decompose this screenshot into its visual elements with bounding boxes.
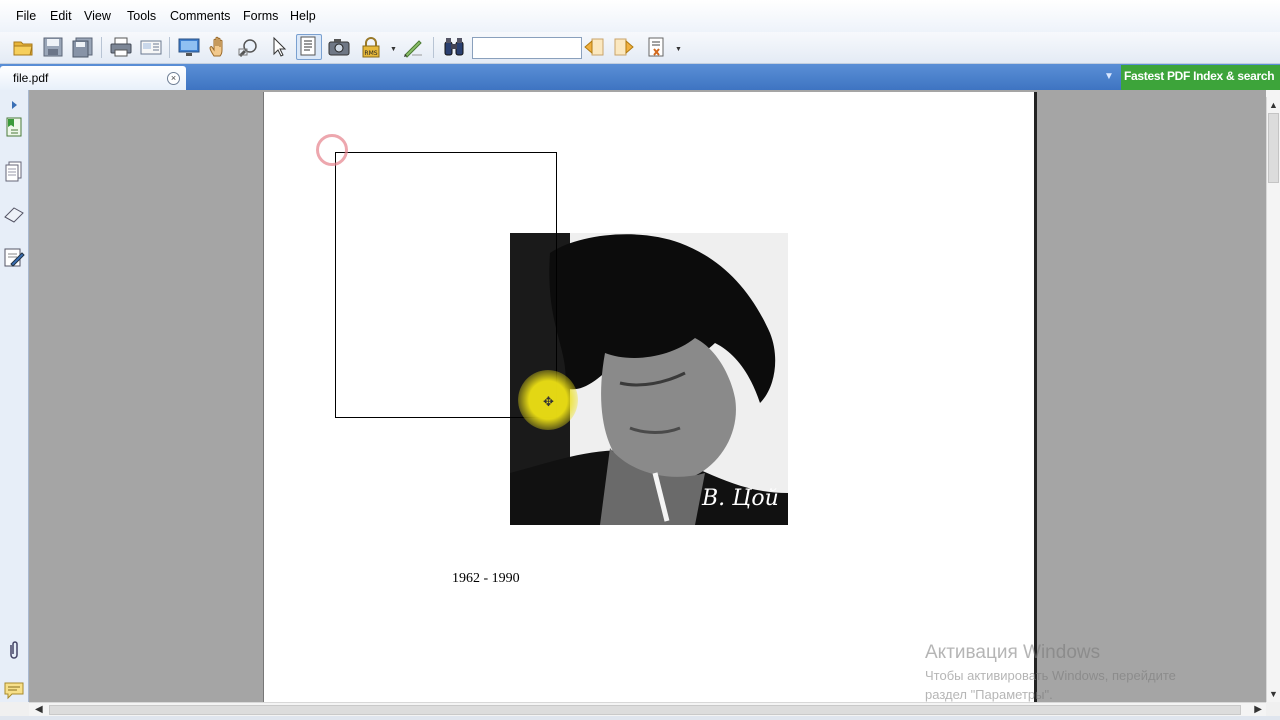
signatures-icon[interactable]: [3, 246, 25, 268]
tab-list-chevron-down-icon[interactable]: ▼: [1104, 71, 1114, 82]
rms-dropdown-arrow[interactable]: ▼: [390, 46, 397, 53]
open-folder-icon[interactable]: [12, 36, 34, 58]
select-arrow-icon[interactable]: [268, 36, 290, 58]
status-strip: [0, 716, 1280, 720]
toolbar-separator: [169, 37, 170, 58]
scroll-corner: [1266, 90, 1280, 97]
scroll-up-icon[interactable]: ▲: [1269, 100, 1278, 110]
page-caption-text: 1962 - 1990: [452, 571, 520, 586]
watermark-line-2: раздел "Параметры".: [925, 687, 1053, 702]
email-icon[interactable]: [140, 36, 162, 58]
bookmarks-icon[interactable]: [3, 116, 25, 138]
find-next-icon[interactable]: [613, 36, 635, 58]
find-input[interactable]: [472, 37, 582, 59]
tab-file-pdf[interactable]: file.pdf ×: [0, 66, 186, 90]
move-cursor-icon: ✥: [543, 394, 554, 409]
document-view[interactable]: В. Цой ✥ 1962 - 1990: [29, 90, 1266, 702]
highlight-options-icon[interactable]: [646, 36, 668, 58]
windows-activation-watermark: Активация Windows Чтобы активировать Win…: [925, 642, 1176, 702]
snapshot-selection-rectangle[interactable]: [335, 152, 557, 418]
pdf-page[interactable]: В. Цой ✥ 1962 - 1990: [263, 92, 1034, 702]
scroll-right-icon[interactable]: ▶: [1254, 704, 1262, 715]
horizontal-scrollbar[interactable]: ◀ ▶: [29, 702, 1266, 717]
watermark-title: Активация Windows: [925, 642, 1101, 663]
menu-help[interactable]: Help: [290, 9, 316, 23]
vertical-scrollbar[interactable]: ▲ ▼: [1266, 97, 1280, 702]
scroll-left-icon[interactable]: ◀: [35, 704, 43, 715]
toolbar-separator: [433, 37, 434, 58]
menu-file[interactable]: File: [16, 9, 36, 23]
menu-forms[interactable]: Forms: [243, 9, 278, 23]
menu-tools[interactable]: Tools: [127, 9, 156, 23]
find-binoculars-icon[interactable]: [443, 36, 465, 58]
svg-text:RMS: RMS: [364, 50, 377, 57]
click-indicator-ring: [316, 134, 348, 166]
toolbar-separator: [101, 37, 102, 58]
vertical-scroll-thumb[interactable]: [1268, 113, 1279, 183]
promo-banner-link[interactable]: Fastest PDF Index & search: [1121, 65, 1280, 90]
menu-edit[interactable]: Edit: [50, 9, 72, 23]
close-tab-icon[interactable]: ×: [167, 72, 180, 85]
find-prev-icon[interactable]: [583, 36, 605, 58]
highlight-dropdown-arrow[interactable]: ▼: [675, 46, 682, 53]
text-select-icon[interactable]: [296, 34, 322, 60]
menu-view[interactable]: View: [84, 9, 111, 23]
comments-icon[interactable]: [3, 680, 25, 702]
save-icon[interactable]: [42, 36, 64, 58]
toolbar: RMS ▼ ▼: [0, 32, 1280, 64]
snapshot-icon[interactable]: [328, 36, 350, 58]
sign-pen-icon[interactable]: [402, 36, 424, 58]
horizontal-scroll-thumb[interactable]: [49, 705, 1241, 715]
tab-label: file.pdf: [13, 71, 49, 85]
photo-signature: В. Цой: [702, 486, 779, 511]
save-as-icon[interactable]: [72, 36, 94, 58]
expand-panel-icon[interactable]: [3, 94, 25, 109]
watermark-line-1: Чтобы активировать Windows, перейдите: [925, 668, 1176, 683]
tab-bar: file.pdf × ▼ Fastest PDF Index & search: [0, 64, 1280, 90]
print-icon[interactable]: [110, 36, 132, 58]
rms-lock-icon[interactable]: RMS: [360, 36, 382, 58]
hand-tool-icon[interactable]: [208, 36, 230, 58]
scroll-down-icon[interactable]: ▼: [1269, 689, 1278, 699]
pages-icon[interactable]: [3, 160, 25, 182]
menu-comments[interactable]: Comments: [170, 9, 230, 23]
menu-bar: File Edit View Tools Comments Forms Help: [0, 0, 1280, 32]
fullscreen-icon[interactable]: [178, 36, 200, 58]
zoom-tool-icon[interactable]: [238, 36, 260, 58]
layers-icon[interactable]: [3, 203, 25, 225]
navigation-panel: [0, 90, 29, 702]
attachments-icon[interactable]: [3, 639, 25, 661]
